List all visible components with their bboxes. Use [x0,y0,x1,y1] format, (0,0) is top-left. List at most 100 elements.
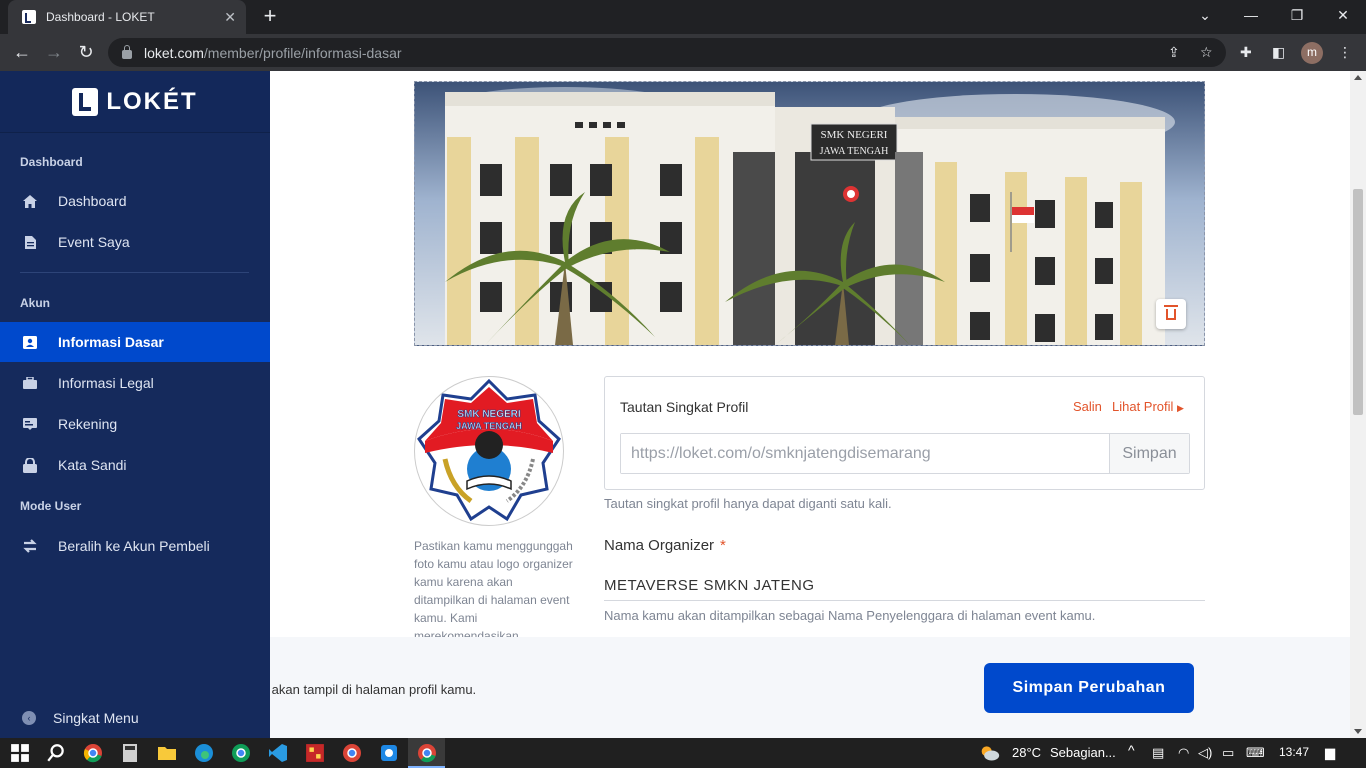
chrome-profile-icon[interactable] [231,743,251,763]
loket-logo-icon [72,87,99,116]
keyboard-icon[interactable]: ▤ [1152,745,1164,761]
sidebar-item-beralih[interactable]: Beralih ke Akun Pembeli [0,526,270,566]
view-profile-link[interactable]: Lihat Profil ▶ [1112,399,1184,414]
bookmark-star-icon[interactable]: ☆ [1200,44,1213,61]
scrollbar-thumb[interactable] [1353,189,1363,415]
caret-right-icon: ▶ [1177,403,1184,413]
tray-chevron-up-icon[interactable]: ^ [1128,742,1135,758]
side-panel-icon[interactable]: ◧ [1272,44,1285,61]
sidebar-item-label: Informasi Dasar [58,334,164,350]
file-explorer-icon[interactable] [157,743,177,763]
sidebar: LOKÉT Dashboard Dashboard Event Saya Aku… [0,71,270,738]
address-bar[interactable]: loket.com/member/profile/informasi-dasar [108,38,1226,67]
short-link-input[interactable] [621,434,1109,473]
sidebar-divider [20,272,249,273]
home-icon [22,193,38,209]
close-tab-icon[interactable]: ✕ [224,9,236,26]
close-window-button[interactable]: ✕ [1320,0,1366,30]
profile-avatar[interactable]: m [1301,42,1323,64]
sidebar-item-label: Rekening [58,416,118,432]
url-host: loket.com [144,44,204,61]
calculator-icon[interactable] [120,743,140,763]
extensions-icon[interactable]: ✚ [1240,44,1252,61]
battery-icon[interactable]: ▭ [1222,745,1234,761]
minimize-button[interactable]: — [1228,0,1274,30]
delete-banner-button[interactable] [1156,299,1186,329]
browser-toolbar: ← → ↻ loket.com/member/profile/informasi… [0,34,1366,71]
trash-icon [1164,304,1178,320]
footer-text: pat akan tampil di halaman profil kamu. [270,682,477,697]
sidebar-item-informasi-legal[interactable]: Informasi Legal [0,363,270,403]
volume-icon[interactable]: ◁) [1198,745,1212,761]
view-profile-label: Lihat Profil [1112,399,1174,414]
collapse-label: Singkat Menu [53,710,139,726]
chrome-icon[interactable] [83,743,103,763]
wifi-icon[interactable]: ◠ [1178,745,1189,761]
scroll-down-icon[interactable] [1354,729,1362,734]
copy-link[interactable]: Salin [1073,399,1102,414]
back-button[interactable]: ← [10,40,34,64]
section-mode-user: Mode User [20,499,82,513]
active-chrome-taskbar-item[interactable] [408,738,445,768]
notification-icon[interactable]: ▆ [1325,745,1335,761]
forward-button[interactable]: → [42,40,66,64]
chrome-second-icon[interactable] [342,743,362,763]
sidebar-item-label: Beralih ke Akun Pembeli [58,538,210,554]
scroll-up-icon[interactable] [1354,75,1362,80]
url-path: /member/profile/informasi-dasar [203,44,402,61]
sidebar-item-label: Kata Sandi [58,457,127,473]
input-method-icon[interactable]: ⌨ [1246,745,1265,761]
organizer-logo[interactable]: SMK NEGERI JAWA TENGAH [414,376,564,526]
app-grid-icon[interactable] [305,743,325,763]
banner-sign-line1: SMK NEGERI [821,129,888,141]
briefcase-icon [22,375,38,391]
short-link-label: Tautan Singkat Profil [620,399,749,415]
share-icon[interactable]: ⇪ [1168,44,1180,61]
collapse-menu-button[interactable]: ‹ Singkat Menu [0,698,270,738]
search-icon[interactable] [46,743,66,763]
save-changes-button[interactable]: Simpan Perubahan [984,663,1194,713]
banner-sign-line2: JAWA TENGAH [820,146,889,157]
document-icon [22,234,38,250]
new-tab-button[interactable]: + [258,4,282,28]
page-scrollbar[interactable] [1350,71,1366,738]
sidebar-item-dashboard[interactable]: Dashboard [0,181,270,221]
required-marker: * [720,537,726,554]
lock-icon[interactable] [122,45,132,59]
reload-button[interactable]: ↻ [74,40,98,64]
sticky-footer: pat akan tampil di halaman profil kamu. … [270,637,1350,738]
swap-icon [22,538,38,554]
id-card-icon [22,334,38,350]
clock-time[interactable]: 13:47 [1279,745,1309,759]
sidebar-logo[interactable]: LOKÉT [0,71,270,133]
sidebar-item-rekening[interactable]: Rekening [0,404,270,444]
sidebar-item-label: Event Saya [58,234,130,250]
organizer-name-input[interactable] [604,571,1205,601]
edge-icon[interactable] [194,743,214,763]
windows-start-icon[interactable] [10,743,30,763]
sidebar-item-kata-sandi[interactable]: Kata Sandi [0,445,270,485]
organizer-name-label: Nama Organizer * [604,537,726,554]
temperature[interactable]: 28°C [1012,745,1041,760]
organizer-name-label-text: Nama Organizer [604,537,715,554]
restore-button[interactable]: ❐ [1274,0,1320,30]
weather-text[interactable]: Sebagian... [1050,745,1116,760]
short-link-help: Tautan singkat profil hanya dapat digant… [604,496,892,511]
tab-search-icon[interactable]: ⌄ [1182,0,1228,30]
app-blue-icon[interactable] [379,743,399,763]
vscode-icon[interactable] [268,743,288,763]
browser-tab[interactable]: Dashboard - LOKET ✕ [8,0,246,34]
emblem-text-line2: JAWA TENGAH [456,421,522,431]
menu-kebab-icon[interactable]: ⋮ [1338,44,1352,61]
banner-image[interactable]: SMK NEGERI JAWA TENGAH [414,81,1205,346]
main-content: SMK NEGERI JAWA TENGAH SMK NEGERI JAWA T… [270,71,1350,738]
weather-cloud-icon[interactable] [980,743,1000,763]
organizer-name-help: Nama kamu akan ditampilkan sebagai Nama … [604,608,1096,623]
lock-icon [22,457,38,473]
loket-favicon-icon [22,10,36,24]
sidebar-item-informasi-dasar[interactable]: Informasi Dasar [0,322,270,362]
sidebar-item-event-saya[interactable]: Event Saya [0,222,270,262]
logo-help-text: Pastikan kamu menggunggah foto kamu atau… [414,539,573,643]
save-short-link-button[interactable]: Simpan [1109,434,1189,473]
browser-tab-bar: Dashboard - LOKET ✕ + ⌄ — ❐ ✕ [0,0,1366,34]
